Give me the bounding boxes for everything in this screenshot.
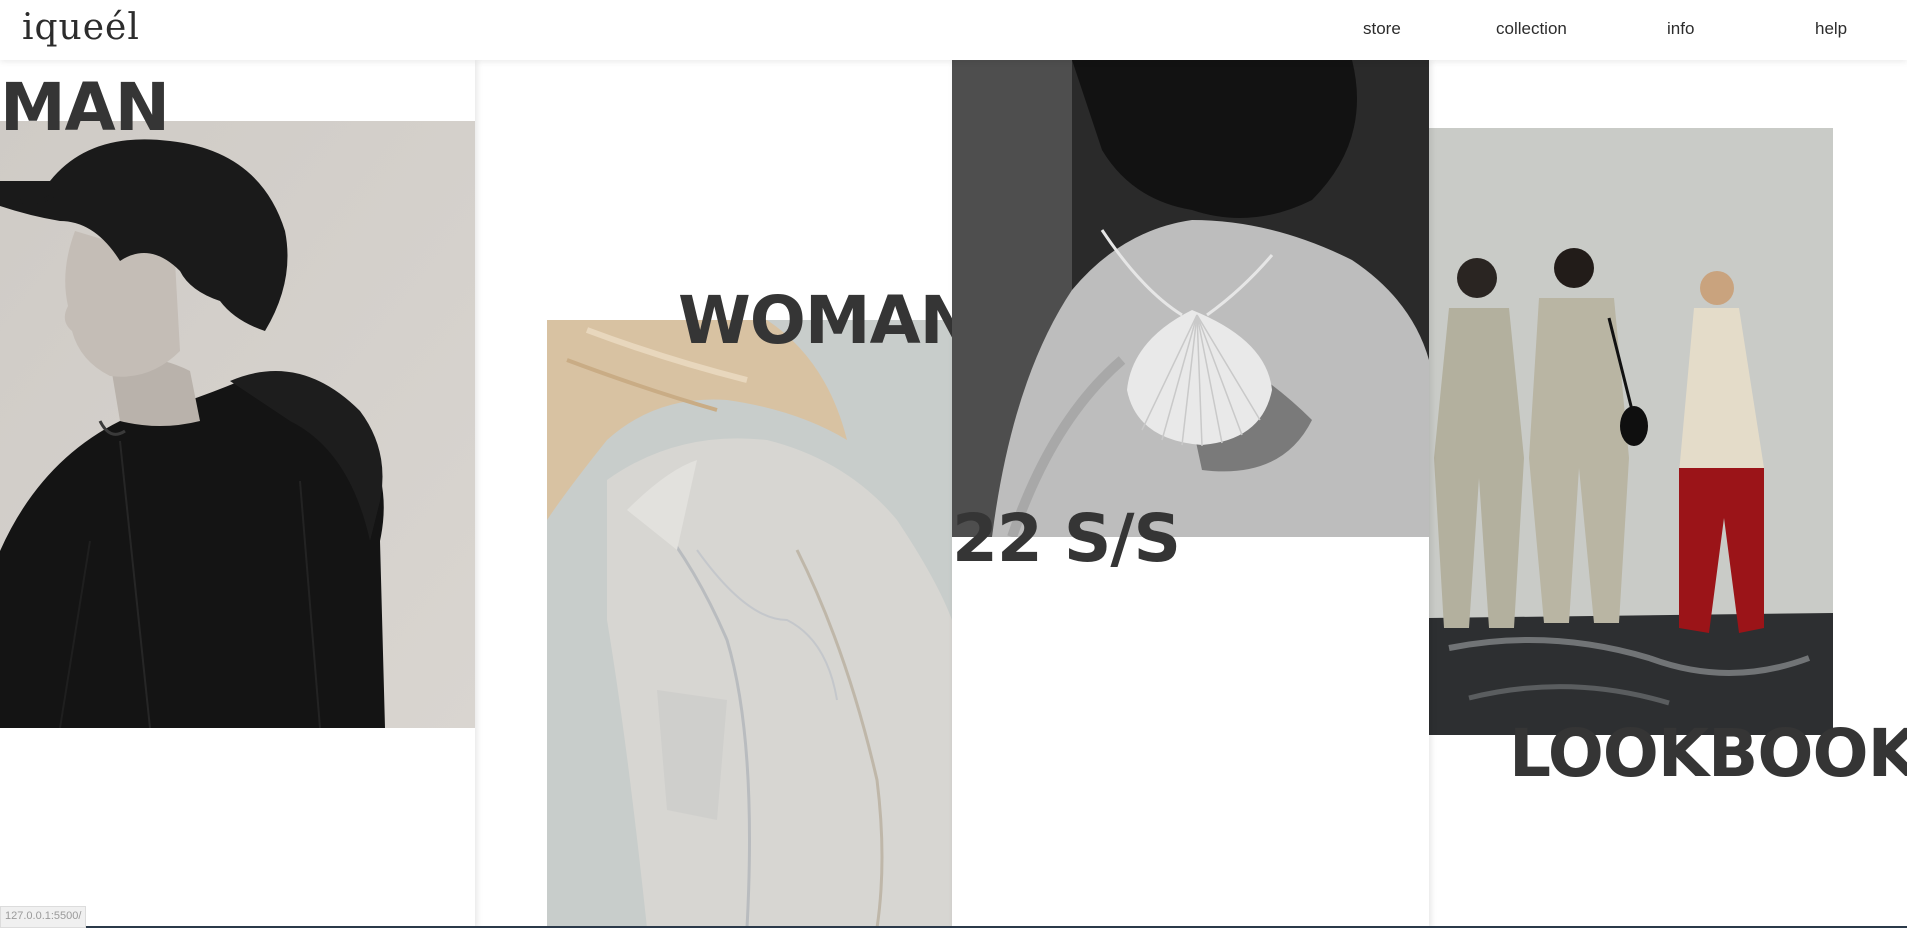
- man-model-image: [0, 121, 475, 728]
- page: iqueél store collection info help MAN WO…: [0, 0, 1907, 928]
- site-header: iqueél store collection info help: [0, 0, 1907, 60]
- main-nav: store collection info help: [0, 0, 1907, 60]
- lookbook-column[interactable]: LOOKBOOK: [1429, 60, 1907, 928]
- season-column[interactable]: 22 S/S: [952, 60, 1429, 928]
- nav-info-link[interactable]: info: [1667, 19, 1694, 39]
- nav-help-link[interactable]: help: [1815, 19, 1847, 39]
- season-photo[interactable]: [952, 60, 1429, 537]
- status-bar-url: 127.0.0.1:5500/: [0, 906, 86, 928]
- woman-column[interactable]: WOMAN: [475, 60, 975, 928]
- man-column[interactable]: MAN: [0, 60, 475, 928]
- nav-collection-link[interactable]: collection: [1496, 19, 1567, 39]
- lookbook-label[interactable]: LOOKBOOK: [1509, 721, 1907, 787]
- man-photo[interactable]: [0, 121, 475, 728]
- lookbook-group-image: [1429, 128, 1833, 735]
- woman-model-image: [547, 320, 952, 928]
- woman-photo[interactable]: [547, 320, 952, 928]
- shell-necklace-image: [952, 60, 1429, 537]
- lookbook-photo[interactable]: [1429, 128, 1833, 735]
- man-label[interactable]: MAN: [0, 75, 170, 141]
- nav-store-link[interactable]: store: [1363, 19, 1401, 39]
- season-label[interactable]: 22 S/S: [952, 506, 1181, 572]
- woman-label[interactable]: WOMAN: [678, 288, 975, 354]
